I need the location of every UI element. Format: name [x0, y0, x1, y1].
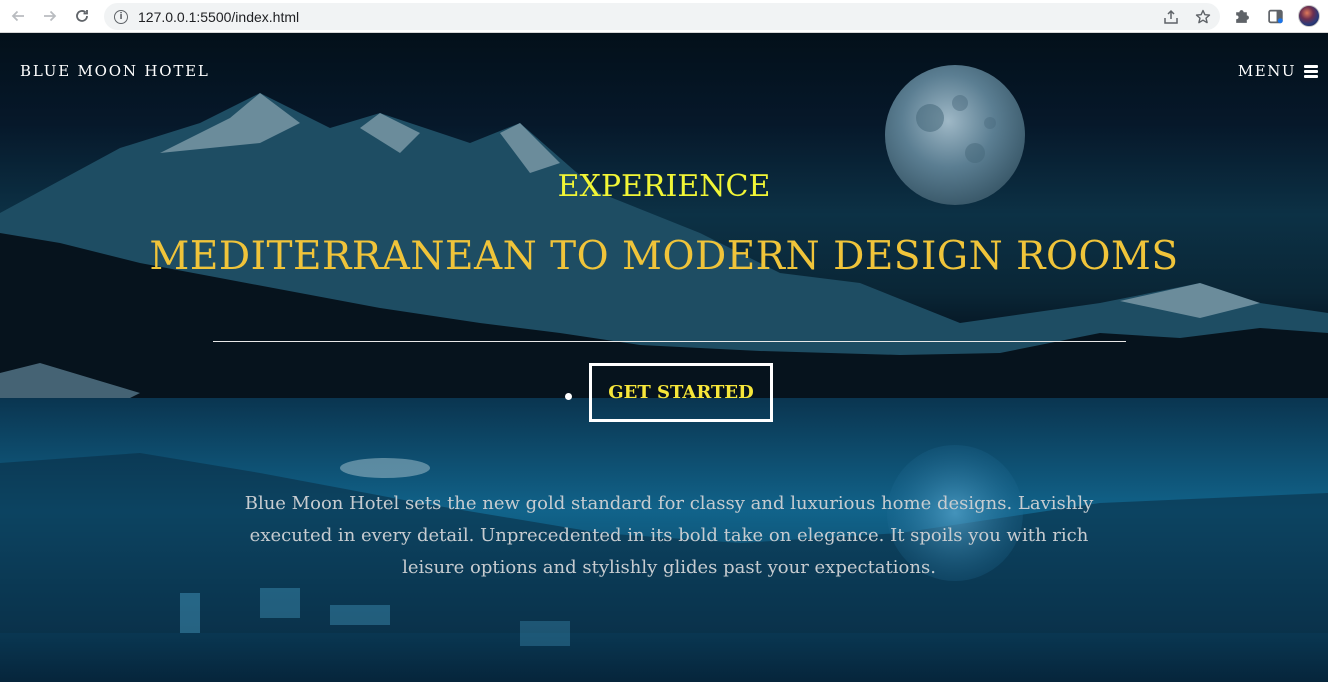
- sidepanel-button[interactable]: [1264, 5, 1286, 27]
- bookmark-button[interactable]: [1194, 8, 1212, 26]
- menu-label: MENU: [1237, 62, 1296, 80]
- share-button[interactable]: [1162, 8, 1180, 26]
- star-icon: [1195, 9, 1211, 23]
- arrow-left-icon: [11, 10, 24, 22]
- sidepanel-icon: [1267, 9, 1283, 23]
- hamburger-icon: [1304, 64, 1318, 78]
- menu-button[interactable]: MENU: [1238, 62, 1318, 80]
- hero-headline: MEDITERRANEAN TO MODERN DESIGN ROOMS: [149, 234, 1179, 279]
- arrow-right-icon: [44, 10, 57, 22]
- browser-toolbar: i 127.0.0.1:5500/index.html: [0, 0, 1328, 33]
- hero-section: BLUE MOON HOTEL MENU EXPERIENCE MEDITERR…: [0, 33, 1328, 682]
- extensions-button[interactable]: [1230, 5, 1252, 27]
- url-text[interactable]: 127.0.0.1:5500/index.html: [138, 9, 299, 25]
- hero-eyebrow: EXPERIENCE: [557, 169, 771, 204]
- get-started-button[interactable]: GET STARTED: [589, 363, 773, 422]
- back-button[interactable]: [2, 2, 34, 30]
- puzzle-icon: [1235, 9, 1249, 23]
- info-icon[interactable]: i: [114, 9, 128, 24]
- reload-button[interactable]: [66, 2, 98, 30]
- hero-description: Blue Moon Hotel sets the new gold standa…: [244, 493, 1094, 578]
- divider: [213, 341, 1126, 342]
- address-bar[interactable]: i 127.0.0.1:5500/index.html: [104, 3, 1220, 30]
- brand-logo[interactable]: BLUE MOON HOTEL: [20, 62, 210, 80]
- avatar[interactable]: [1298, 5, 1320, 27]
- background-image: [0, 65, 1328, 682]
- share-icon: [1164, 9, 1178, 24]
- reload-icon: [76, 10, 88, 22]
- forward-button[interactable]: [34, 2, 66, 30]
- list-bullet: [565, 393, 572, 400]
